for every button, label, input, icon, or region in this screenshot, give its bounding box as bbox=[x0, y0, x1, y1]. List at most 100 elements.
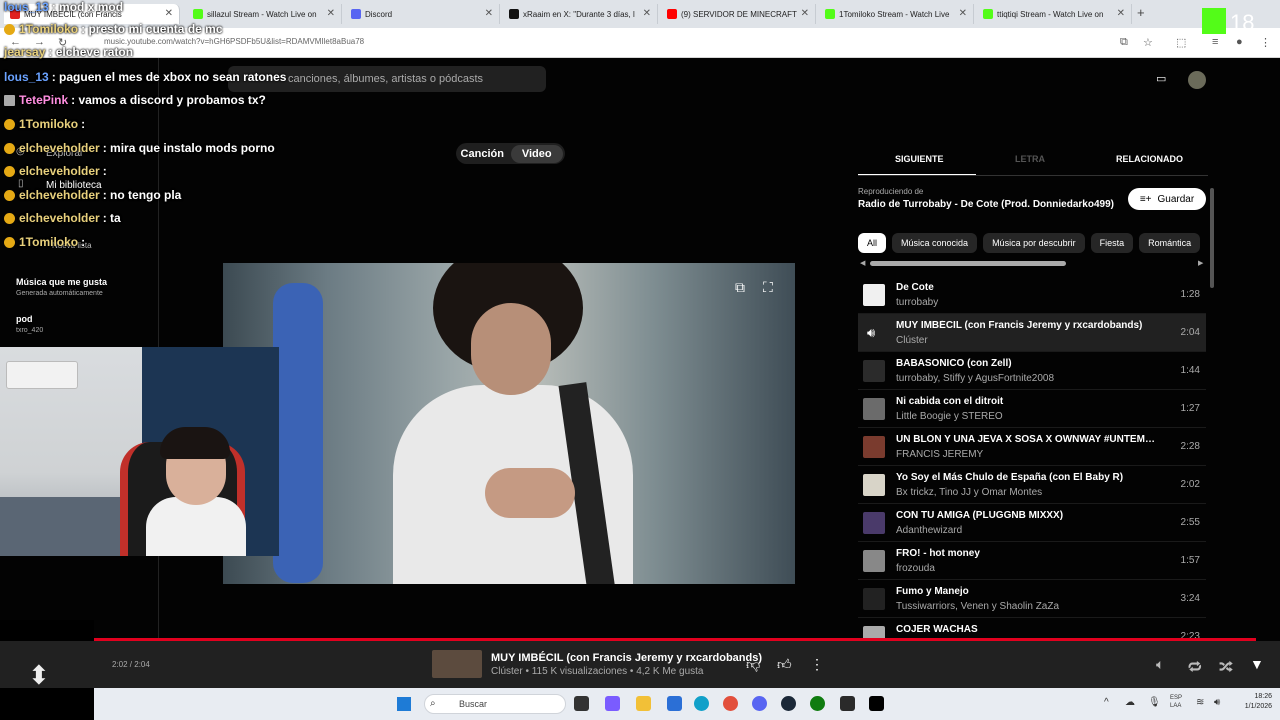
progress-bar[interactable] bbox=[94, 638, 1257, 641]
tab-related[interactable]: RELACIONADO bbox=[1116, 154, 1183, 164]
chat-username[interactable]: TetePink bbox=[19, 93, 68, 107]
repeat-icon[interactable]: 🔁︎ bbox=[1188, 656, 1202, 677]
browser-tab-3[interactable]: Discord ✕ bbox=[345, 4, 500, 24]
avatar[interactable] bbox=[1188, 71, 1206, 89]
miniplayer-icon[interactable]: ⧉ bbox=[735, 279, 745, 296]
filter-chip[interactable]: Romántica bbox=[1139, 233, 1201, 253]
xbox-icon[interactable] bbox=[810, 696, 825, 711]
chat-username[interactable]: lous_13 bbox=[4, 0, 49, 14]
browser-tab-7[interactable]: ttiqtiqi Stream - Watch Live on ✕ bbox=[977, 4, 1132, 24]
horizontal-scrollbar[interactable] bbox=[870, 261, 1066, 266]
browser-tab-6[interactable]: 1Tomiloko Stream - Watch Live ✕ bbox=[819, 4, 974, 24]
menu-icon[interactable]: ⋮ bbox=[1260, 36, 1271, 49]
like-icon[interactable]: 👍︎ bbox=[777, 656, 792, 673]
video-toggle[interactable]: Video bbox=[510, 144, 563, 163]
shuffle-icon[interactable]: 🔀︎ bbox=[1219, 656, 1233, 677]
queue-thumbnail[interactable] bbox=[863, 588, 885, 610]
song-video-toggle[interactable]: Canción Video bbox=[456, 143, 565, 164]
chat-username[interactable]: lous_13 bbox=[4, 70, 49, 84]
queue-item[interactable]: UN BLON Y UNA JEVA X SOSA X OWNWAY #UNTE… bbox=[858, 428, 1206, 466]
video-player[interactable]: ⧉ ⛶ bbox=[223, 263, 795, 584]
chat-username[interactable]: 1Tomiloko bbox=[19, 235, 78, 249]
store-icon[interactable] bbox=[667, 696, 682, 711]
speaker-icon[interactable]: 🔊︎ bbox=[1214, 697, 1220, 708]
vertical-scrollbar[interactable] bbox=[1210, 188, 1214, 288]
chat-username[interactable]: elcheveholder bbox=[19, 211, 100, 225]
queue-item[interactable]: Ni cabida con el ditroit Little Boogie y … bbox=[858, 390, 1206, 428]
queue-item[interactable]: De Cote turrobaby 1:28 bbox=[858, 276, 1206, 314]
close-icon[interactable]: ✕ bbox=[801, 8, 809, 19]
chat-username[interactable]: jearsay bbox=[4, 45, 45, 59]
profile-icon[interactable]: ● bbox=[1236, 36, 1243, 48]
browser-tab-2[interactable]: sillazul Stream - Watch Live on ✕ bbox=[187, 4, 342, 24]
browser-tab-4[interactable]: xRaaim en X: "Durante 3 días, l ✕ bbox=[503, 4, 658, 24]
fullscreen-icon[interactable]: ⛶ bbox=[763, 279, 773, 296]
new-tab-button[interactable]: + bbox=[1137, 5, 1145, 20]
chat-username[interactable]: elcheveholder bbox=[19, 188, 100, 202]
close-icon[interactable]: ✕ bbox=[165, 8, 173, 19]
close-icon[interactable]: ✕ bbox=[327, 8, 335, 19]
close-icon[interactable]: ✕ bbox=[643, 8, 651, 19]
now-playing-title[interactable]: MUY IMBÉCIL (con Francis Jeremy y rxcard… bbox=[491, 652, 762, 664]
task-view-icon[interactable] bbox=[574, 696, 589, 711]
discord-taskbar-icon[interactable] bbox=[752, 696, 767, 711]
chrome-icon[interactable] bbox=[723, 696, 738, 711]
file-explorer-icon[interactable] bbox=[636, 696, 651, 711]
wifi-icon[interactable]: ≋ bbox=[1196, 697, 1204, 708]
scroll-left-icon[interactable]: ◀ bbox=[860, 259, 865, 267]
queue-thumbnail[interactable] bbox=[863, 360, 885, 382]
filter-chip[interactable]: All bbox=[858, 233, 887, 253]
tab-next[interactable]: SIGUIENTE bbox=[895, 154, 944, 164]
more-icon[interactable]: ⋮ bbox=[810, 656, 824, 673]
extensions-icon[interactable]: ⬚ bbox=[1176, 36, 1186, 49]
chat-username[interactable]: 1Tomiloko bbox=[19, 22, 78, 36]
filter-chip[interactable]: Música conocida bbox=[892, 233, 978, 253]
tray-chevron-icon[interactable]: ^ bbox=[1104, 697, 1109, 708]
tab-lyrics[interactable]: LETRA bbox=[1015, 154, 1045, 164]
queue-thumbnail[interactable] bbox=[863, 474, 885, 496]
close-icon[interactable]: ✕ bbox=[959, 8, 967, 19]
chat-username[interactable]: elcheveholder bbox=[19, 164, 100, 178]
star-icon[interactable]: ☆ bbox=[1143, 36, 1153, 49]
expand-icon[interactable]: ▼ bbox=[1250, 656, 1264, 672]
now-playing-thumbnail[interactable] bbox=[432, 650, 482, 678]
taskbar-clock[interactable]: 18:26 1/1/2026 bbox=[1232, 692, 1272, 712]
browser-tab-5[interactable]: (9) SERVIDOR DE MINECRAFT ✕ bbox=[661, 4, 816, 24]
song-toggle[interactable]: Canción bbox=[456, 148, 509, 160]
queue-thumbnail[interactable] bbox=[863, 550, 885, 572]
close-icon[interactable]: ✕ bbox=[485, 8, 493, 19]
scroll-right-icon[interactable]: ▶ bbox=[1198, 259, 1203, 267]
queue-item[interactable]: FRO! - hot money frozouda 1:57 bbox=[858, 542, 1206, 580]
app-icon[interactable] bbox=[840, 696, 855, 711]
capcut-icon[interactable] bbox=[869, 696, 884, 711]
queue-thumbnail[interactable] bbox=[863, 512, 885, 534]
playlist-item-pod[interactable]: pod txro_420 bbox=[16, 314, 43, 334]
queue-thumbnail[interactable] bbox=[863, 398, 885, 420]
taskbar-search[interactable]: Buscar bbox=[424, 694, 566, 714]
mic-icon[interactable]: 🎙︎ bbox=[1148, 697, 1161, 708]
dislike-icon[interactable]: 👎︎ bbox=[746, 656, 760, 673]
playlist-item-liked[interactable]: Música que me gusta Generada automáticam… bbox=[16, 277, 107, 297]
queue-thumbnail[interactable] bbox=[863, 284, 885, 306]
queue-item[interactable]: Fumo y Manejo Tussiwarriors, Venen y Shao… bbox=[858, 580, 1206, 618]
queue-item[interactable]: BABASONICO (con Zell) turrobaby, Stiffy y… bbox=[858, 352, 1206, 390]
windows-start-icon[interactable] bbox=[397, 697, 411, 711]
queue-item[interactable]: 🔊︎ MUY IMBÉCIL (con Francis Jeremy y rxca… bbox=[858, 314, 1206, 352]
steam-icon[interactable] bbox=[781, 696, 796, 711]
chat-username[interactable]: 1Tomiloko bbox=[19, 117, 78, 131]
cast-icon[interactable]: ▭ bbox=[1156, 72, 1166, 85]
filter-chip[interactable]: Fiesta bbox=[1090, 233, 1134, 253]
close-icon[interactable]: ✕ bbox=[1117, 8, 1125, 19]
install-icon[interactable]: ⧉ bbox=[1120, 36, 1128, 49]
edge-icon[interactable] bbox=[694, 696, 709, 711]
chat-username[interactable]: elcheveholder bbox=[19, 141, 100, 155]
queue-item[interactable]: Yo Soy el Más Chulo de España (con El Ba… bbox=[858, 466, 1206, 504]
queue-item[interactable]: CON TU AMIGA (PLUGGNB MIXXX) Adanthewizar… bbox=[858, 504, 1206, 542]
filter-chip[interactable]: Música por descubrir bbox=[983, 233, 1085, 253]
queue-thumbnail[interactable] bbox=[863, 436, 885, 458]
copilot-icon[interactable] bbox=[605, 696, 620, 711]
language-indicator[interactable]: ESP LAA bbox=[1170, 694, 1182, 710]
onedrive-icon[interactable]: ☁ bbox=[1125, 697, 1135, 708]
url-field[interactable]: music.youtube.com/watch?v=hGH6PSDFb5U&li… bbox=[104, 37, 364, 46]
save-button[interactable]: ≡+ Guardar bbox=[1128, 188, 1206, 210]
